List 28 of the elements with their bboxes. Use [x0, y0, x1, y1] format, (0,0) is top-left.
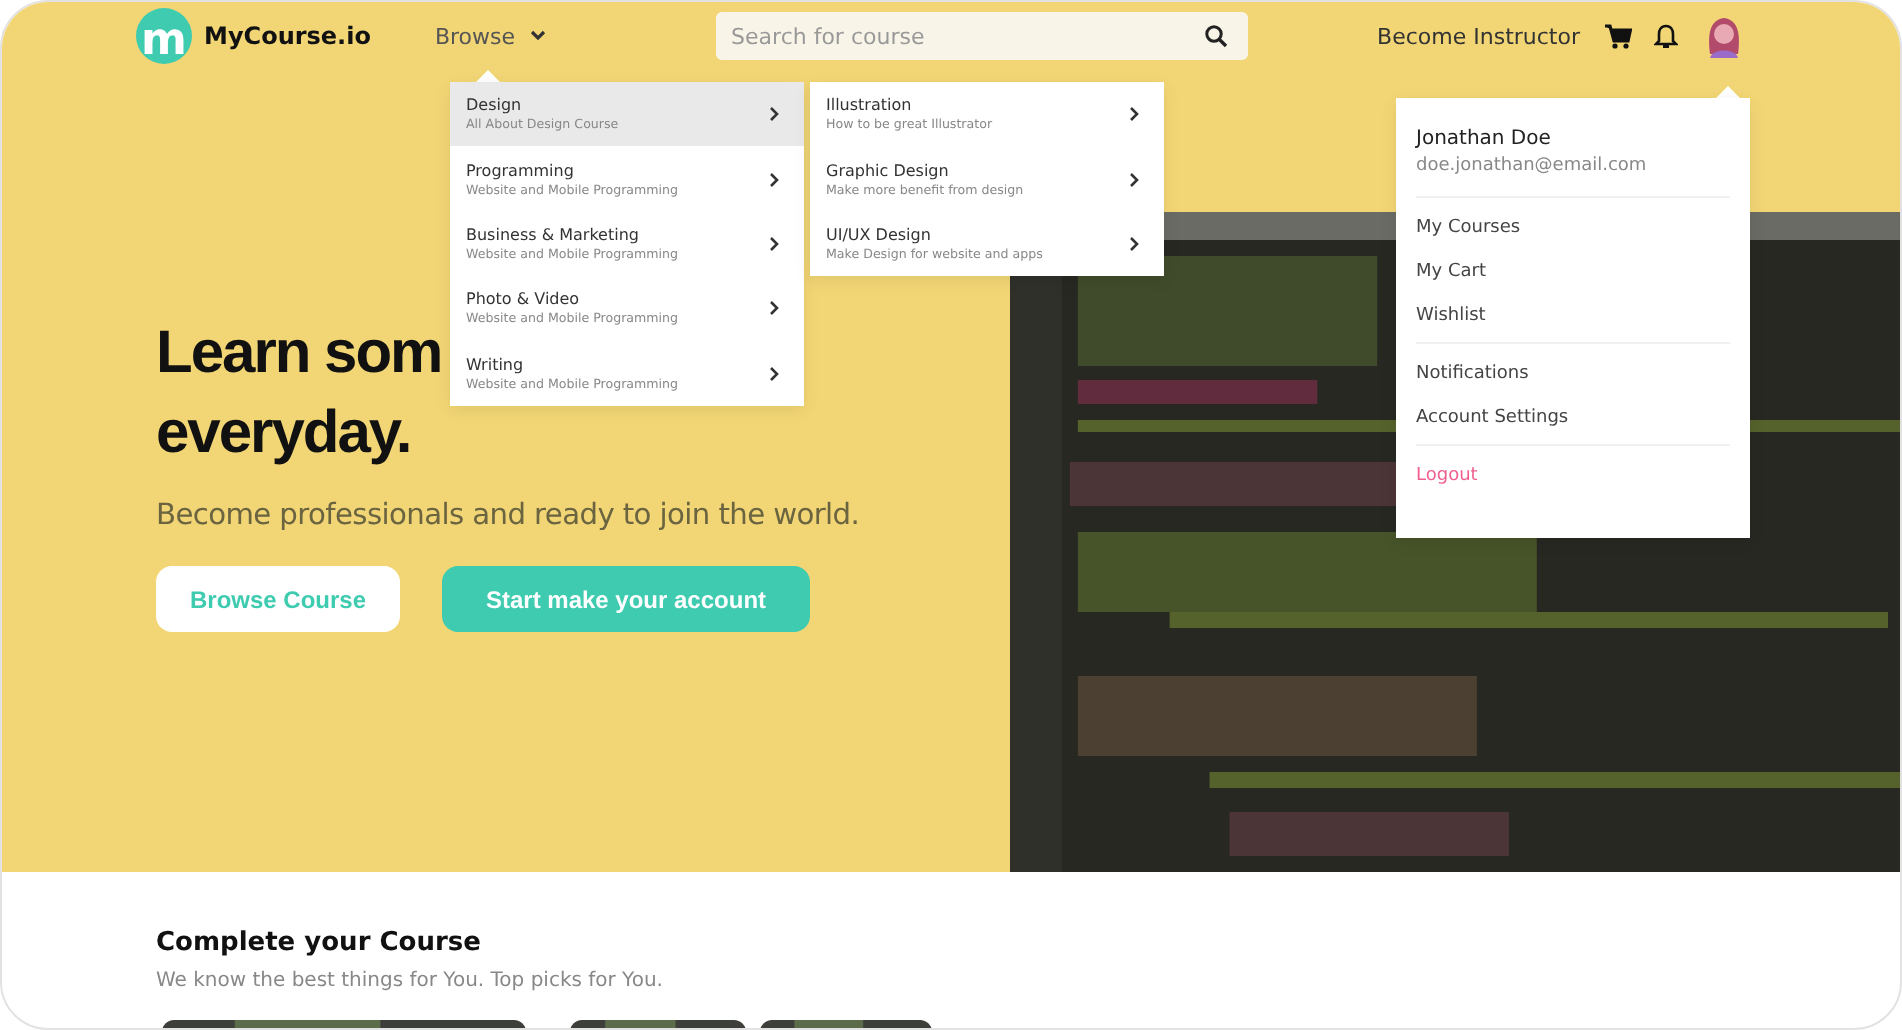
brand-name[interactable]: MyCourse.io — [204, 22, 371, 50]
bell-icon[interactable] — [1654, 23, 1678, 49]
browse-menu-button[interactable]: Browse — [434, 23, 548, 49]
menu-item[interactable]: Account Settings — [1416, 404, 1730, 432]
search-icon[interactable] — [1203, 24, 1228, 48]
chevron-right-icon — [768, 171, 780, 188]
chevron-right-icon — [1128, 171, 1140, 188]
cart-icon[interactable] — [1604, 23, 1632, 49]
hero-title: everyday. — [156, 398, 411, 470]
menu-item[interactable]: My Cart — [1416, 258, 1730, 286]
hero-subtitle: Become professionals and ready to join the world. — [156, 498, 862, 532]
user-email: doe.jonathan@email.com — [1416, 156, 1649, 180]
chevron-right-icon — [1128, 235, 1140, 252]
chevron-right-icon — [768, 365, 780, 382]
section-subtitle: We know the best things for You. Top picks for You. — [156, 970, 665, 992]
chevron-down-icon — [527, 28, 548, 44]
section-title: Complete your Course — [156, 928, 483, 958]
menu-item[interactable]: Wishlist — [1416, 302, 1730, 330]
chevron-right-icon — [768, 300, 780, 317]
become-instructor-link[interactable]: Become Instructor — [1377, 23, 1580, 49]
hero-title: Learn som — [156, 318, 442, 390]
chevron-right-icon — [768, 106, 780, 123]
chevron-right-icon — [1128, 106, 1140, 123]
user-name: Jonathan Doe — [1416, 128, 1553, 150]
search-field[interactable]: Search for course — [715, 12, 1248, 60]
menu-item[interactable]: Notifications — [1416, 360, 1730, 388]
chevron-right-icon — [768, 235, 780, 252]
avatar-icon[interactable] — [1704, 14, 1744, 58]
